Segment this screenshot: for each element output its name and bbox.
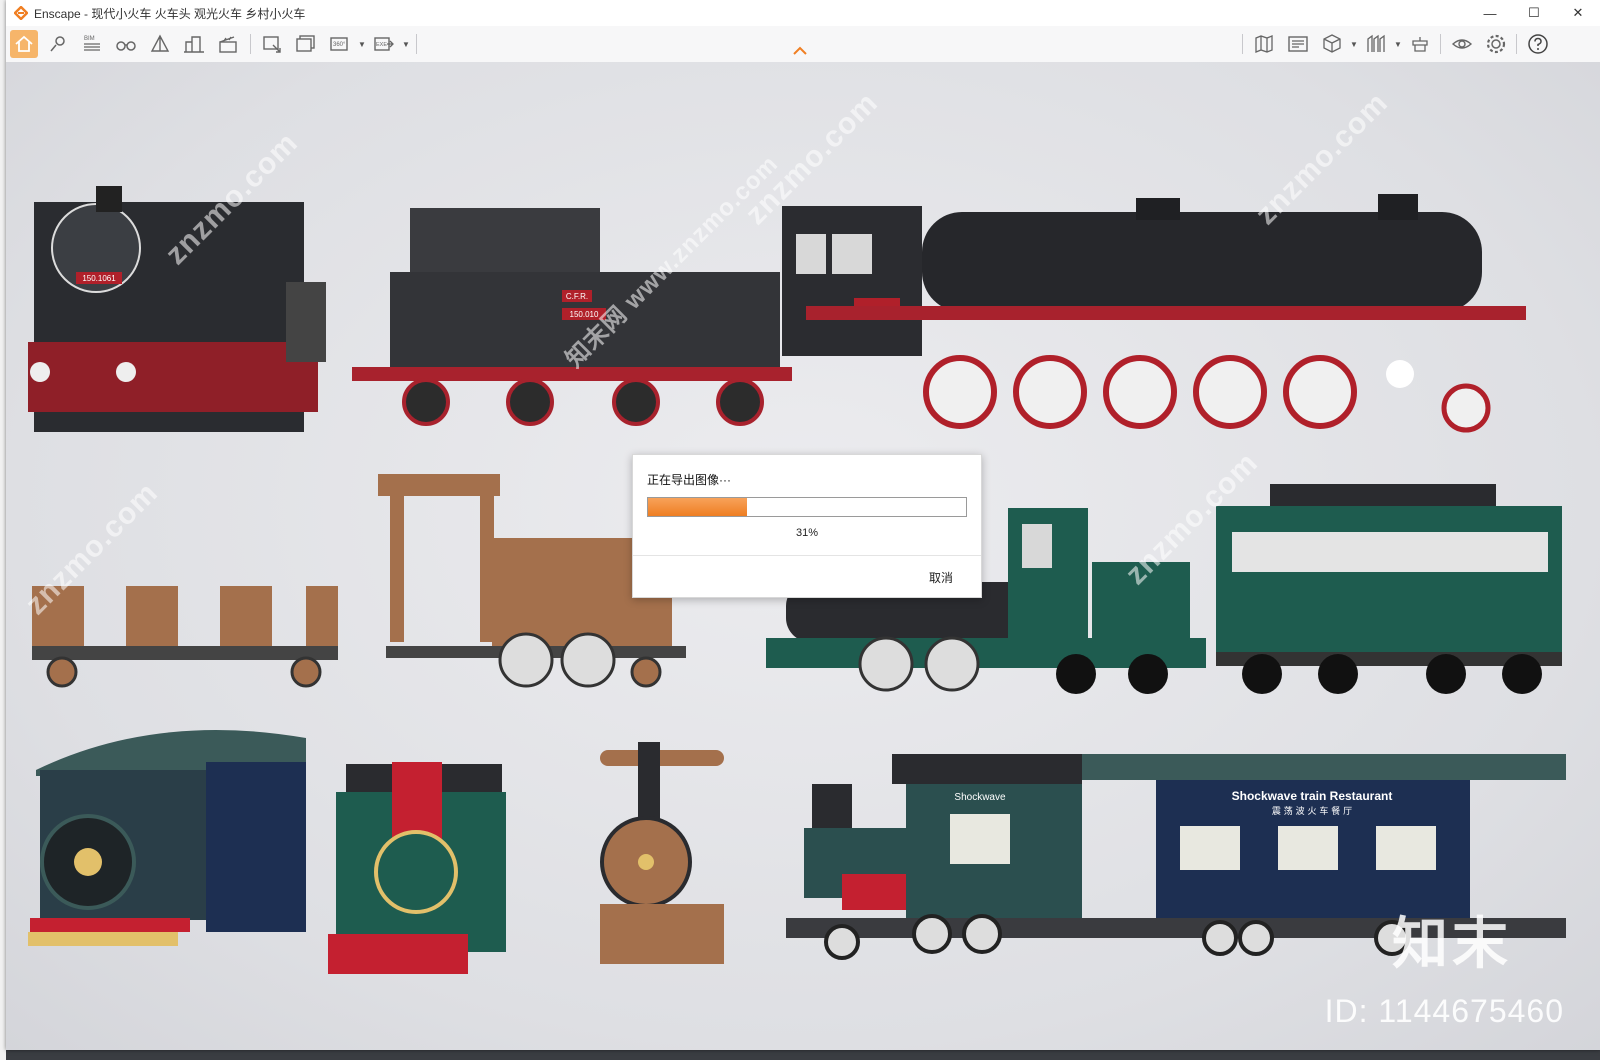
bim-icon: BIM [84, 36, 100, 51]
asset-library-button[interactable] [1362, 30, 1390, 58]
panorama-360-icon: 360° [330, 37, 348, 51]
window-title: Enscape - 现代小火车 火车头 观光火车 乡村小火车 [34, 6, 306, 21]
export-status-message: 正在导出图像··· [647, 473, 731, 487]
settings-icon [1486, 34, 1506, 54]
map-icon [1255, 35, 1273, 53]
material-icon [1412, 37, 1428, 52]
export-exe-icon: EXE [374, 37, 394, 51]
green-passenger-car [1216, 484, 1562, 694]
home-button[interactable] [10, 30, 38, 58]
home-icon [15, 35, 33, 52]
export-progress-dialog: 正在导出图像··· 31% 取消 [632, 454, 982, 598]
binoculars-icon [116, 41, 136, 51]
steam-locomotive-front: 150.1061 [28, 186, 326, 432]
chevron-down-icon[interactable]: ▼ [402, 40, 410, 49]
svg-text:Shockwave: Shockwave [954, 792, 1006, 803]
chevron-down-icon[interactable]: ▼ [1350, 40, 1358, 49]
green-red-locomotive [328, 762, 506, 974]
cube-icon [1323, 34, 1341, 53]
export-progress-bar [647, 497, 967, 517]
steam-locomotive-side [782, 194, 1526, 433]
toolbar-separator [1516, 34, 1517, 54]
panorama-button[interactable]: 360° [326, 30, 354, 58]
video-editor-button[interactable] [214, 30, 242, 58]
toolbar-separator [416, 34, 417, 54]
enscape-window: Enscape - 现代小火车 火车头 观光火车 乡村小火车 — ☐ ✕ BIM [6, 0, 1600, 1050]
brand-id-watermark: ID: 1144675460 [1324, 993, 1564, 1029]
views-icon [1288, 36, 1308, 52]
chevron-down-icon[interactable]: ▼ [358, 40, 366, 49]
chevron-down-icon[interactable]: ▼ [1394, 40, 1402, 49]
views-button[interactable] [1284, 30, 1312, 58]
maximize-button[interactable]: ☐ [1512, 0, 1556, 26]
asset-library-icon [1367, 34, 1385, 52]
batch-render-icon [296, 35, 315, 52]
copper-locomotive [600, 742, 724, 964]
toolbar-separator [1440, 34, 1441, 54]
enscape-logo-icon [14, 6, 28, 20]
tender-car: C.F.R. 150.010 [352, 208, 792, 426]
screenshot-icon [263, 36, 281, 53]
visual-settings-button[interactable] [1448, 30, 1476, 58]
progress-fill [648, 498, 747, 516]
perspective-icon [150, 34, 170, 52]
export-exe-button[interactable]: EXE [370, 30, 398, 58]
dialog-divider [633, 555, 981, 556]
material-editor-button[interactable] [1406, 30, 1434, 58]
brown-flat-car [32, 586, 338, 688]
teal-locomotive-front [28, 729, 306, 946]
title-bar: Enscape - 现代小火车 火车头 观光火车 乡村小火车 — ☐ ✕ [6, 0, 1600, 26]
brand-watermark: 知末 [1392, 912, 1512, 975]
svg-text:150.1061: 150.1061 [82, 274, 116, 283]
svg-text:C.F.R.: C.F.R. [566, 292, 588, 301]
buildings-icon [184, 36, 204, 53]
svg-text:360°: 360° [333, 42, 346, 48]
svg-text:BIM: BIM [84, 36, 95, 42]
minimize-button[interactable]: — [1468, 0, 1512, 26]
map-pin-icon [50, 36, 65, 52]
clapperboard-icon [219, 36, 237, 53]
toolbar-separator [250, 34, 251, 54]
render-image-button[interactable] [258, 30, 286, 58]
svg-text:EXE: EXE [376, 42, 387, 48]
collapse-toolbar-icon[interactable] [792, 44, 808, 56]
close-button[interactable]: ✕ [1556, 0, 1600, 26]
batch-render-button[interactable] [292, 30, 320, 58]
map-button[interactable] [1250, 30, 1278, 58]
walk-mode-button[interactable] [112, 30, 140, 58]
settings-button[interactable] [1482, 30, 1510, 58]
svg-text:震 荡 波 火 车 餐 厅: 震 荡 波 火 车 餐 厅 [1272, 805, 1352, 817]
site-context-button[interactable] [180, 30, 208, 58]
toolbar-separator [1242, 34, 1243, 54]
bim-button[interactable]: BIM [78, 30, 106, 58]
svg-text:Shockwave train Restaurant: Shockwave train Restaurant [1232, 789, 1393, 803]
cube-button[interactable] [1318, 30, 1346, 58]
cancel-button[interactable]: 取消 [929, 569, 953, 586]
progress-percent: 31% [795, 527, 819, 539]
help-button[interactable] [1524, 30, 1552, 58]
visibility-icon [1451, 39, 1473, 49]
perspective-button[interactable] [146, 30, 174, 58]
view-management-button[interactable] [44, 30, 72, 58]
help-icon [1528, 34, 1548, 54]
